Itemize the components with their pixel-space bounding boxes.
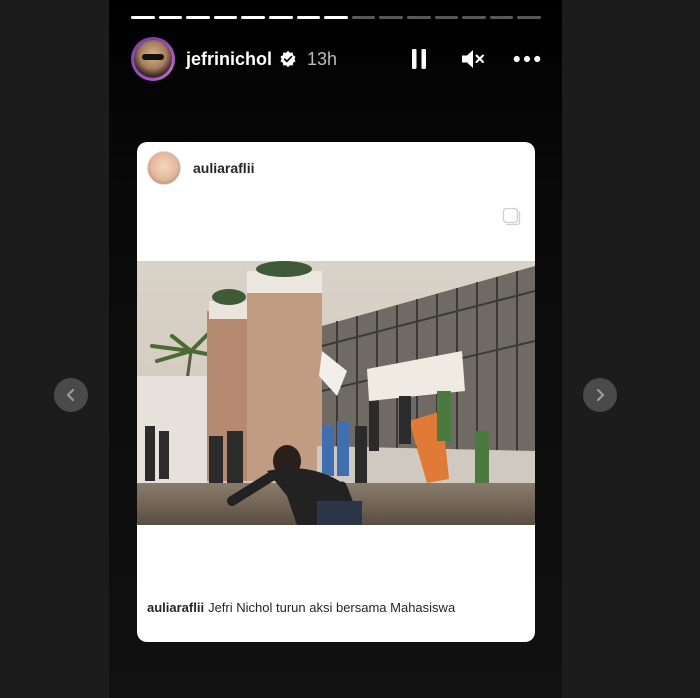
shared-post-username[interactable]: auliaraflii: [193, 160, 254, 176]
story-viewer: jefrinichol 13h auliaraflii auliaraflii …: [0, 0, 700, 698]
more-horizontal-icon: [513, 55, 541, 63]
pause-button[interactable]: [405, 45, 433, 73]
mute-button[interactable]: [459, 45, 487, 73]
progress-segment: [186, 16, 210, 19]
progress-segment: [131, 16, 155, 19]
progress-segment: [241, 16, 265, 19]
more-options-button[interactable]: [513, 45, 541, 73]
muted-speaker-icon: [462, 50, 484, 68]
caption-username[interactable]: auliaraflii: [147, 600, 204, 615]
author-username[interactable]: jefrinichol: [186, 49, 272, 70]
previous-story-button[interactable]: [54, 378, 88, 412]
progress-segment: [517, 16, 541, 19]
progress-segment: [406, 16, 431, 19]
story-progress-bar: [131, 16, 541, 19]
story-header: jefrinichol 13h: [131, 36, 541, 82]
square-stack-icon: [502, 207, 521, 226]
shared-post-card[interactable]: auliaraflii auliaraflii Jefri Nichol tur…: [137, 142, 535, 642]
progress-segment: [434, 16, 459, 19]
chevron-right-icon: [596, 388, 605, 402]
story-controls: [405, 45, 541, 73]
progress-segment: [158, 16, 183, 19]
verified-badge-icon: [280, 50, 296, 68]
shared-post-avatar[interactable]: [147, 151, 181, 185]
caption-text: Jefri Nichol turun aksi bersama Mahasisw…: [208, 600, 456, 615]
author-avatar-image: [134, 40, 172, 78]
shared-post-header: auliaraflii: [147, 151, 254, 185]
pause-icon: [412, 49, 426, 69]
story-timestamp: 13h: [307, 48, 338, 69]
progress-segment: [462, 16, 486, 19]
author-avatar[interactable]: [131, 37, 175, 81]
progress-segment: [268, 16, 293, 19]
progress-segment: [296, 16, 321, 19]
progress-segment: [213, 16, 238, 19]
progress-segment: [324, 16, 348, 19]
next-story-button[interactable]: [583, 378, 617, 412]
shared-post-caption: auliaraflii Jefri Nichol turun aksi bersa…: [147, 600, 455, 615]
chevron-left-icon: [66, 388, 75, 402]
story-frame[interactable]: jefrinichol 13h auliaraflii auliaraflii …: [109, 0, 562, 698]
progress-segment: [489, 16, 514, 19]
shared-post-photo[interactable]: [137, 261, 535, 525]
progress-segment: [379, 16, 403, 19]
progress-segment: [351, 16, 376, 19]
